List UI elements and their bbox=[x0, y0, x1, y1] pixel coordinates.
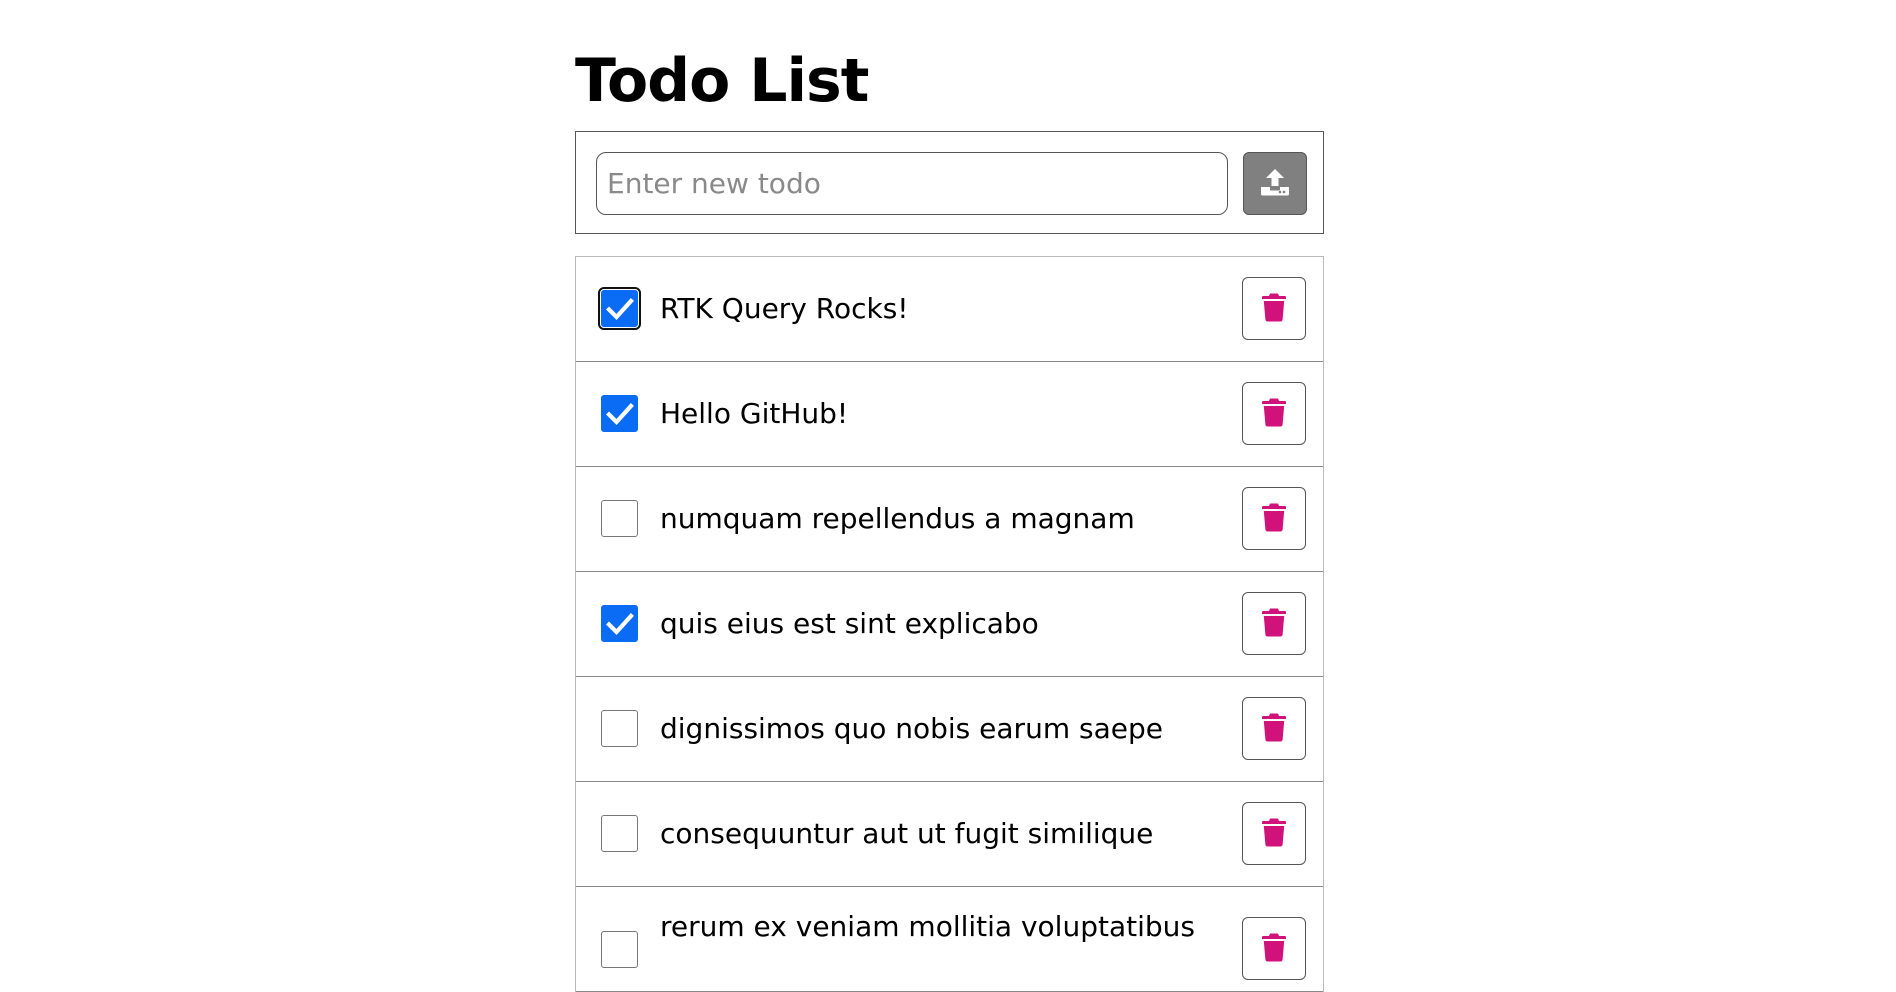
todo-text: RTK Query Rocks! bbox=[660, 292, 909, 325]
todo-item: consequuntur aut ut fugit similique bbox=[576, 782, 1323, 887]
todo-text: numquam repellendus a magnam bbox=[660, 502, 1135, 535]
checkmark-icon bbox=[605, 297, 634, 321]
todo-checkbox[interactable] bbox=[601, 395, 638, 432]
page-title: Todo List bbox=[575, 46, 869, 116]
todo-item: dignissimos quo nobis earum saepe bbox=[576, 677, 1323, 782]
trash-icon bbox=[1262, 607, 1286, 640]
todo-checkbox[interactable] bbox=[598, 287, 641, 330]
delete-todo-button[interactable] bbox=[1242, 277, 1306, 340]
todo-checkbox[interactable] bbox=[601, 710, 638, 747]
add-todo-button[interactable] bbox=[1243, 152, 1307, 215]
delete-todo-button[interactable] bbox=[1242, 697, 1306, 760]
trash-icon bbox=[1262, 292, 1286, 325]
trash-icon bbox=[1262, 817, 1286, 850]
todo-list: RTK Query Rocks! Hello GitHub! numquam rep… bbox=[575, 256, 1324, 992]
trash-icon bbox=[1262, 397, 1286, 430]
delete-todo-button[interactable] bbox=[1242, 487, 1306, 550]
new-todo-input[interactable] bbox=[596, 152, 1228, 215]
delete-todo-button[interactable] bbox=[1242, 592, 1306, 655]
todo-item: numquam repellendus a magnam bbox=[576, 467, 1323, 572]
todo-text: Hello GitHub! bbox=[660, 397, 849, 430]
checkmark-icon bbox=[605, 612, 634, 636]
todo-checkbox[interactable] bbox=[601, 605, 638, 642]
todo-item: quis eius est sint explicabo bbox=[576, 572, 1323, 677]
upload-icon bbox=[1259, 167, 1291, 200]
trash-icon bbox=[1262, 502, 1286, 535]
todo-item: Hello GitHub! bbox=[576, 362, 1323, 467]
todo-item: rerum ex veniam mollitia voluptatibus bbox=[576, 887, 1323, 992]
trash-icon bbox=[1262, 712, 1286, 745]
todo-item: RTK Query Rocks! bbox=[576, 257, 1323, 362]
delete-todo-button[interactable] bbox=[1242, 382, 1306, 445]
add-todo-form bbox=[575, 131, 1324, 234]
delete-todo-button[interactable] bbox=[1242, 802, 1306, 865]
todo-checkbox[interactable] bbox=[601, 815, 638, 852]
todo-text: quis eius est sint explicabo bbox=[660, 607, 1039, 640]
checkmark-icon bbox=[605, 402, 634, 426]
todo-text: dignissimos quo nobis earum saepe bbox=[660, 712, 1163, 745]
todo-checkbox[interactable] bbox=[601, 500, 638, 537]
todo-text: consequuntur aut ut fugit similique bbox=[660, 817, 1154, 850]
delete-todo-button[interactable] bbox=[1242, 917, 1306, 980]
